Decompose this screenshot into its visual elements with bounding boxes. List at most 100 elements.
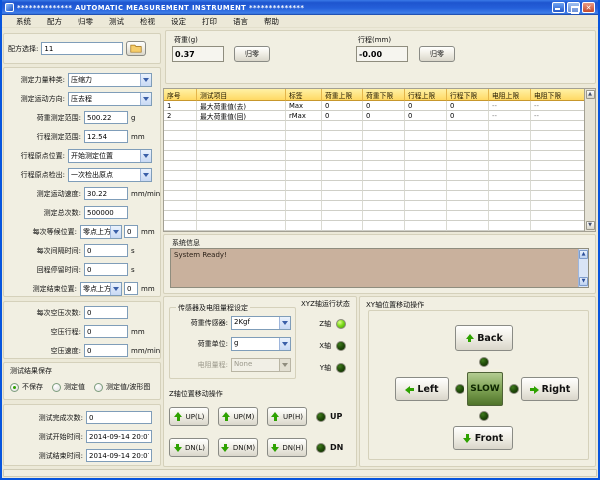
chevron-down-icon[interactable] [140, 168, 151, 181]
system-info-textarea[interactable]: System Ready! ▲ ▼ [170, 248, 589, 288]
param-interval-time-input[interactable] [84, 244, 128, 257]
param-wait-position-select[interactable]: 零点上方 [80, 224, 122, 239]
up-mid-button[interactable]: UP(M) [218, 407, 258, 426]
table-header-item[interactable]: 测试项目 [197, 89, 286, 101]
front-button[interactable]: Front [453, 426, 513, 450]
save-option-label[interactable]: 测定值/波形图 [106, 382, 150, 392]
menu-item-print[interactable]: 打印 [194, 16, 225, 27]
table-row-empty[interactable] [164, 171, 595, 181]
chevron-down-icon[interactable] [140, 73, 151, 86]
param-wait-offset-input[interactable] [124, 225, 138, 238]
load-unit-select[interactable]: g [231, 337, 291, 351]
system-info-scrollbar[interactable]: ▲ ▼ [578, 249, 588, 287]
param-total-count-input[interactable] [84, 206, 128, 219]
table-row-empty[interactable] [164, 121, 595, 131]
result-start-time-input[interactable] [86, 430, 152, 443]
param-end-position-select[interactable]: 零点上方 [80, 281, 122, 296]
chevron-down-icon[interactable] [279, 338, 290, 350]
table-header-load-upper[interactable]: 荷重上限 [322, 89, 363, 101]
dn-mid-button[interactable]: DN(M) [218, 438, 258, 457]
save-option-none-radio[interactable] [10, 382, 19, 392]
param-force-type-select[interactable]: 压缩力 [68, 72, 152, 87]
resistance-range-select: None [231, 358, 291, 372]
table-header-index[interactable]: 序号 [164, 89, 197, 101]
save-option-value-radio[interactable] [52, 382, 61, 392]
scroll-down-icon[interactable]: ▼ [585, 221, 595, 230]
table-row-empty[interactable] [164, 141, 595, 151]
empty-cell [322, 161, 363, 171]
param-origin-detect-select[interactable]: 一次检出原点 [68, 167, 152, 182]
left-button[interactable]: Left [395, 377, 449, 401]
menu-item-language[interactable]: 语言 [225, 16, 256, 27]
menu-item-inspect[interactable]: 检视 [132, 16, 163, 27]
param-end-offset-input[interactable] [124, 282, 138, 295]
unit-label: mm/min [131, 189, 161, 198]
chevron-down-icon[interactable] [140, 149, 151, 162]
scroll-down-icon[interactable]: ▼ [579, 277, 588, 286]
slow-button[interactable]: SLOW [467, 372, 503, 406]
dn-high-button[interactable]: DN(H) [267, 438, 307, 457]
up-low-button[interactable]: UP(L) [169, 407, 209, 426]
menu-item-settings[interactable]: 设定 [163, 16, 194, 27]
table-row-empty[interactable] [164, 211, 595, 221]
param-return-dwell-input[interactable] [84, 263, 128, 276]
dn-low-button[interactable]: DN(L) [169, 438, 209, 457]
table-row-empty[interactable] [164, 191, 595, 201]
scroll-up-icon[interactable]: ▲ [579, 250, 588, 259]
table-row-empty[interactable] [164, 161, 595, 171]
table-header-stroke-lower[interactable]: 行程下限 [447, 89, 489, 101]
maximize-icon[interactable] [567, 2, 580, 14]
chevron-down-icon[interactable] [279, 317, 290, 329]
back-button[interactable]: Back [455, 325, 513, 351]
table-row-empty[interactable] [164, 151, 595, 161]
table-scrollbar[interactable]: ▲ ▼ [584, 89, 595, 231]
up-high-button[interactable]: UP(H) [267, 407, 307, 426]
table-row[interactable]: 2 最大荷重值(回) rMax 0 0 0 0 -- -- [164, 111, 595, 121]
table-header-tag[interactable]: 标签 [286, 89, 322, 101]
save-option-waveform-radio[interactable] [94, 382, 103, 392]
empty-cell [447, 191, 489, 201]
table-header-res-upper[interactable]: 电阻上限 [489, 89, 531, 101]
table-row-empty[interactable] [164, 181, 595, 191]
empty-cell [164, 161, 197, 171]
scroll-up-icon[interactable]: ▲ [585, 90, 595, 99]
recipe-select-input[interactable] [41, 42, 124, 55]
table-row-empty[interactable] [164, 201, 595, 211]
param-stroke-range-input[interactable] [84, 130, 128, 143]
param-load-range-input[interactable] [84, 111, 128, 124]
table-header-load-lower[interactable]: 荷重下限 [363, 89, 405, 101]
title-bar[interactable]: ************** AUTOMATIC MEASUREMENT INS… [2, 0, 598, 15]
menu-item-zero[interactable]: 归零 [70, 16, 101, 27]
right-button[interactable]: Right [521, 377, 579, 401]
param-motion-direction-select[interactable]: 压去程 [68, 91, 152, 106]
test-items-table: 序号 测试项目 标签 荷重上限 荷重下限 行程上限 行程下限 电阻上限 电阻下限… [163, 88, 596, 232]
result-count-input[interactable] [86, 411, 152, 424]
air-speed-input[interactable] [84, 344, 128, 357]
chevron-down-icon[interactable] [140, 92, 151, 105]
minimize-icon[interactable] [552, 2, 565, 13]
menu-item-test[interactable]: 测试 [101, 16, 132, 27]
menu-item-system[interactable]: 系统 [8, 16, 39, 27]
air-stroke-input[interactable] [84, 325, 128, 338]
empty-cell [447, 131, 489, 141]
param-origin-position-select[interactable]: 开始测定位置 [68, 148, 152, 163]
menu-item-recipe[interactable]: 配方 [39, 16, 70, 27]
table-row-empty[interactable] [164, 131, 595, 141]
empty-cell [489, 201, 531, 211]
chevron-down-icon[interactable] [110, 282, 121, 295]
table-row-empty[interactable] [164, 221, 595, 231]
table-row[interactable]: 1 最大荷重值(去) Max 0 0 0 0 -- -- [164, 101, 595, 111]
chevron-down-icon[interactable] [110, 225, 121, 238]
param-speed-input[interactable] [84, 187, 128, 200]
menu-item-help[interactable]: 帮助 [256, 16, 287, 27]
result-end-time-input[interactable] [86, 449, 152, 462]
air-count-input[interactable] [84, 306, 128, 319]
close-icon[interactable]: ✕ [582, 2, 595, 13]
save-option-label[interactable]: 测定值 [64, 382, 85, 392]
stroke-zero-button[interactable]: 归零 [419, 46, 455, 62]
load-zero-button[interactable]: 归零 [234, 46, 270, 62]
table-header-stroke-upper[interactable]: 行程上限 [405, 89, 447, 101]
load-sensor-select[interactable]: 2Kgf [231, 316, 291, 330]
open-recipe-button[interactable] [126, 41, 147, 56]
save-option-label[interactable]: 不保存 [22, 382, 43, 392]
